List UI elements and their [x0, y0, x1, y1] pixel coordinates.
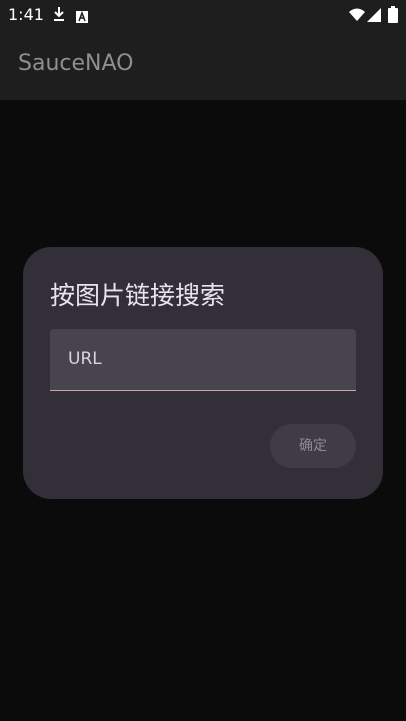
- search-by-url-dialog: 按图片链接搜索 URL 确定: [23, 247, 383, 499]
- status-bar: 1:41: [0, 0, 406, 30]
- confirm-button[interactable]: 确定: [270, 424, 356, 468]
- app-bar: SauceNAO: [0, 30, 406, 100]
- battery-icon: [388, 6, 398, 27]
- wifi-icon: [349, 7, 365, 26]
- download-icon: [52, 6, 66, 26]
- a-icon: [76, 8, 88, 27]
- status-time: 1:41: [8, 5, 44, 24]
- signal-icon: [367, 7, 381, 26]
- app-title: SauceNAO: [18, 51, 134, 76]
- url-input[interactable]: URL: [50, 329, 356, 391]
- url-input-label: URL: [68, 349, 102, 369]
- dialog-title: 按图片链接搜索: [50, 281, 226, 310]
